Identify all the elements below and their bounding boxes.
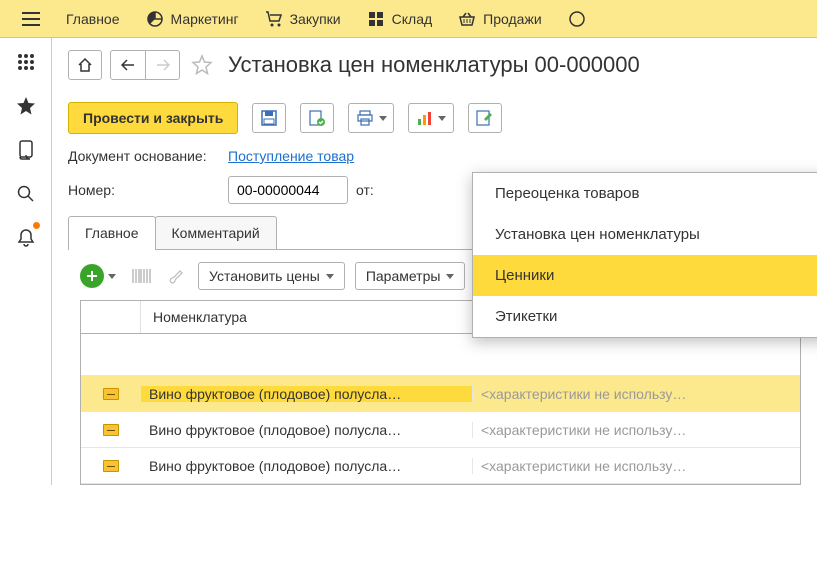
- sidebar-favorites[interactable]: [10, 90, 42, 122]
- sidebar-search[interactable]: [10, 178, 42, 210]
- grid-icon: [367, 10, 385, 28]
- chevron-down-icon: [438, 116, 446, 121]
- print-dropdown: Переоценка товаров Установка цен номенкл…: [472, 172, 817, 338]
- dropdown-item-labels[interactable]: Этикетки: [473, 296, 817, 337]
- nav-back[interactable]: [111, 51, 145, 79]
- cell-characteristic: <характеристики не использу…: [473, 386, 800, 402]
- process-close-button[interactable]: Провести и закрыть: [68, 102, 238, 134]
- title-row: Установка цен номенклатуры 00-000000: [68, 50, 801, 80]
- params-button[interactable]: Параметры: [355, 262, 466, 290]
- save-button[interactable]: [252, 103, 286, 133]
- home-button[interactable]: [68, 50, 102, 80]
- hamburger-icon: [22, 10, 40, 28]
- collapse-icon[interactable]: [103, 388, 119, 400]
- collapse-icon[interactable]: [103, 460, 119, 472]
- basis-link[interactable]: Поступление товар: [228, 148, 354, 164]
- action-row: Провести и закрыть: [68, 102, 801, 134]
- from-label: от:: [356, 182, 374, 198]
- print-menu-button[interactable]: [348, 103, 394, 133]
- basis-row: Документ основание: Поступление товар: [68, 148, 801, 164]
- collapse-icon[interactable]: [103, 424, 119, 436]
- brush-icon: [167, 268, 185, 284]
- process-button[interactable]: [300, 103, 334, 133]
- save-icon: [261, 110, 277, 126]
- dropdown-item-setprices[interactable]: Установка цен номенклатуры: [473, 214, 817, 255]
- brush-button[interactable]: [164, 264, 188, 288]
- notification-dot: [33, 222, 40, 229]
- menu-sales[interactable]: Продажи: [448, 0, 551, 38]
- menu-purchases[interactable]: Закупки: [255, 0, 351, 38]
- nav-back-forward: [110, 50, 180, 80]
- table-spacer: [81, 334, 800, 376]
- cell-characteristic: <характеристики не использу…: [473, 458, 800, 474]
- number-input[interactable]: [228, 176, 348, 204]
- circle-icon: [568, 10, 586, 28]
- nav-forward[interactable]: [145, 51, 179, 79]
- number-label: Номер:: [68, 182, 220, 198]
- tab-comment[interactable]: Комментарий: [155, 216, 277, 249]
- menu-label: Продажи: [483, 11, 541, 27]
- cell-nomenclature: Вино фруктовое (плодовое) полусла…: [141, 386, 473, 402]
- plus-icon: [86, 270, 98, 282]
- search-icon: [17, 185, 35, 203]
- menu-more[interactable]: [558, 0, 596, 38]
- menu-warehouse[interactable]: Склад: [357, 0, 443, 38]
- menu-marketing[interactable]: Маркетинг: [136, 0, 249, 38]
- set-prices-button[interactable]: Установить цены: [198, 262, 345, 290]
- pie-icon: [146, 10, 164, 28]
- table-row[interactable]: Вино фруктовое (плодовое) полусла… <хара…: [81, 376, 800, 412]
- reports-menu-button[interactable]: [408, 103, 454, 133]
- arrow-left-icon: [121, 59, 135, 71]
- chart-icon: [417, 110, 433, 126]
- sidebar-notifications[interactable]: [10, 222, 42, 254]
- menu-label: Маркетинг: [171, 11, 239, 27]
- page-title: Установка цен номенклатуры 00-000000: [228, 52, 640, 78]
- menu-label: Склад: [392, 11, 433, 27]
- sidebar-history[interactable]: [10, 134, 42, 166]
- table-row[interactable]: Вино фруктовое (плодовое) полусла… <хара…: [81, 448, 800, 484]
- cell-characteristic: <характеристики не использу…: [473, 422, 800, 438]
- menu-label: Закупки: [290, 11, 341, 27]
- arrow-right-icon: [156, 59, 170, 71]
- menu-hamburger[interactable]: [12, 0, 50, 38]
- apps-icon: [17, 53, 35, 71]
- menu-label: Главное: [66, 11, 120, 27]
- history-icon: [17, 140, 35, 160]
- basket-icon: [458, 10, 476, 28]
- tab-main[interactable]: Главное: [68, 216, 156, 249]
- main-wrap: Установка цен номенклатуры 00-000000 Про…: [0, 38, 817, 485]
- printer-icon: [356, 110, 374, 126]
- col-nomenclature[interactable]: Номенклатура: [141, 301, 473, 333]
- home-icon: [77, 57, 93, 73]
- table-row[interactable]: Вино фруктовое (плодовое) полусла… <хара…: [81, 412, 800, 448]
- process-icon: [308, 109, 326, 127]
- barcode-icon: [132, 268, 152, 284]
- cell-nomenclature: Вино фруктовое (плодовое) полусла…: [141, 422, 473, 438]
- add-button[interactable]: [80, 264, 120, 288]
- edit-button[interactable]: [468, 103, 502, 133]
- sidebar-apps[interactable]: [10, 46, 42, 78]
- basis-label: Документ основание:: [68, 148, 220, 164]
- col-blank: [81, 301, 141, 333]
- star-outline-icon: [191, 54, 213, 76]
- barcode-button[interactable]: [130, 264, 154, 288]
- chevron-down-icon: [326, 274, 334, 279]
- sidebar: [0, 38, 52, 485]
- cell-nomenclature: Вино фруктовое (плодовое) полусла…: [141, 458, 473, 474]
- main-menu-bar: Главное Маркетинг Закупки Склад Продажи: [0, 0, 817, 38]
- edit-icon: [476, 110, 494, 126]
- chevron-down-icon: [379, 116, 387, 121]
- menu-main[interactable]: Главное: [56, 0, 130, 38]
- dropdown-item-revaluation[interactable]: Переоценка товаров: [473, 173, 817, 214]
- chevron-down-icon: [446, 274, 454, 279]
- dropdown-item-pricetags[interactable]: Ценники: [473, 255, 817, 296]
- cart-icon: [265, 10, 283, 28]
- favorite-toggle[interactable]: [188, 51, 216, 79]
- content: Установка цен номенклатуры 00-000000 Про…: [52, 38, 817, 485]
- bell-icon: [17, 228, 35, 248]
- star-filled-icon: [16, 96, 36, 116]
